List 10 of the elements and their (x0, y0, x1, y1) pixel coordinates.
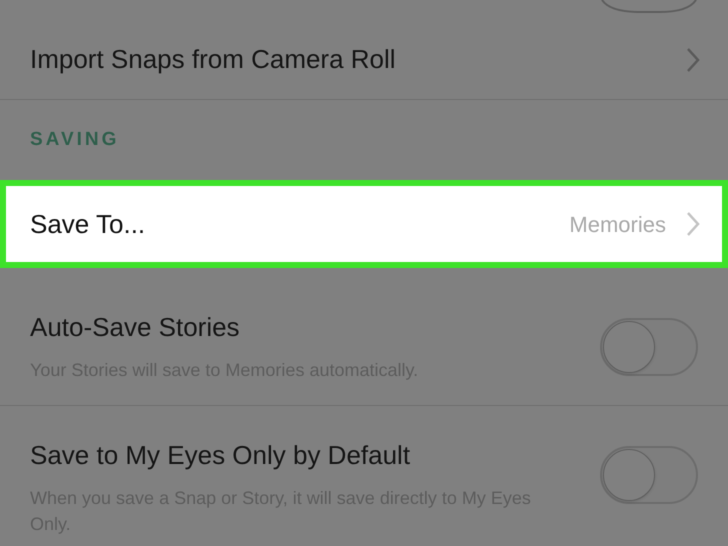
row-title: Save to My Eyes Only by Default (30, 439, 412, 472)
section-header: SAVING (30, 128, 120, 152)
settings-row[interactable]: Save To... Memories (0, 180, 728, 268)
toggle-edge-icon (600, 0, 698, 14)
chevron-icon (686, 211, 700, 237)
row-title[interactable]: Import Snaps from Camera Roll (30, 40, 396, 79)
row-title: Save To... (30, 208, 146, 240)
chevron-icon (686, 46, 700, 72)
row-title: Auto-Save Stories (30, 311, 241, 344)
row-value: Memories (569, 210, 666, 238)
